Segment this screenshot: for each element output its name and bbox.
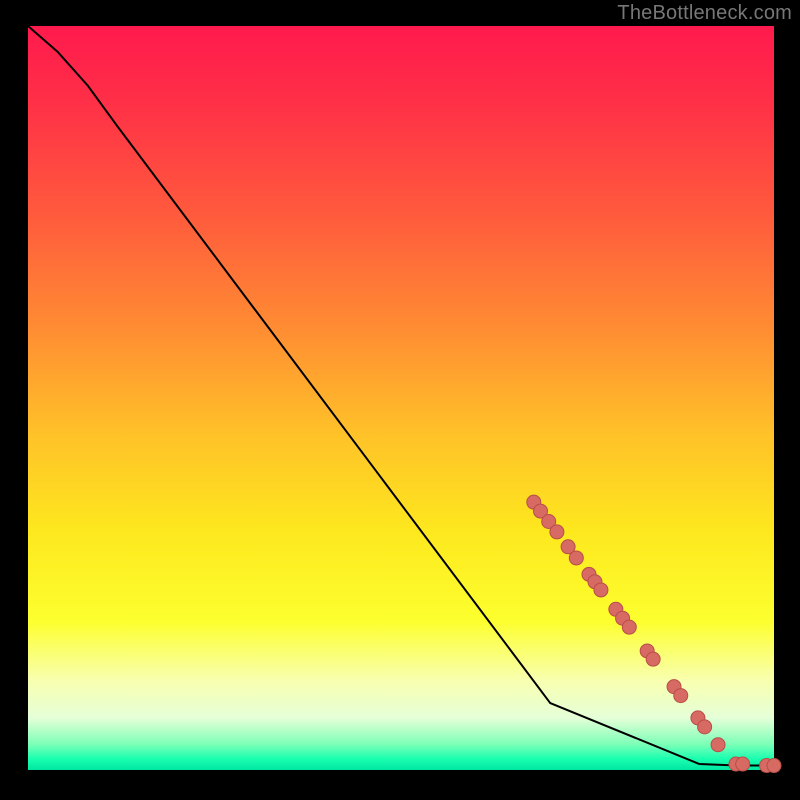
data-marker [674, 689, 688, 703]
data-marker [622, 620, 636, 634]
watermark-text: TheBottleneck.com [617, 2, 792, 25]
data-marker [711, 738, 725, 752]
data-marker [736, 757, 750, 771]
chart-svg [0, 0, 800, 800]
data-marker [698, 720, 712, 734]
chart-container: TheBottleneck.com [0, 0, 800, 800]
data-marker [646, 652, 660, 666]
data-marker [594, 583, 608, 597]
data-marker [569, 551, 583, 565]
plot-background [28, 26, 774, 770]
data-marker [767, 759, 781, 773]
data-marker [550, 525, 564, 539]
